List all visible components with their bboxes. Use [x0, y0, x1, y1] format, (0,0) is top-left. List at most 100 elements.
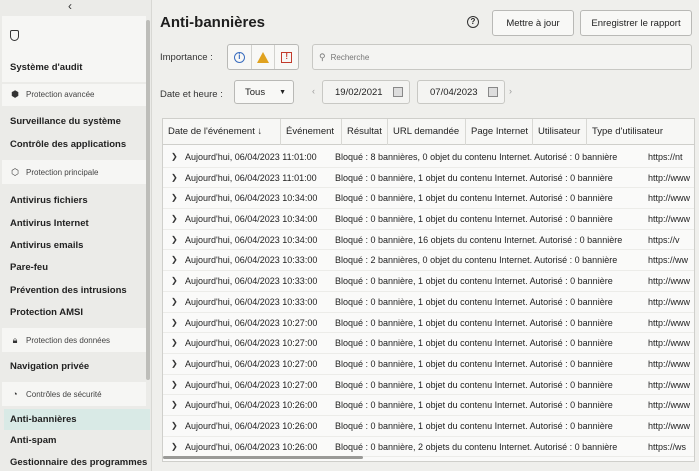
- update-button[interactable]: Mettre à jour: [492, 10, 574, 36]
- sidebar-item-app-control[interactable]: Contrôle des applications: [10, 139, 126, 150]
- date-to-field[interactable]: 07/04/2023: [417, 80, 505, 104]
- help-icon[interactable]: ?: [467, 16, 479, 28]
- table-row[interactable]: ❯ Aujourd'hui, 06/04/2023 10:33:00 Bloqué …: [163, 250, 694, 272]
- row-date: Aujourd'hui, 06/04/2023 10:34:00: [185, 214, 318, 225]
- sidebar-item-program-manager[interactable]: Gestionnaire des programmes: [10, 457, 147, 468]
- sidebar-item-firewall[interactable]: Pare-feu: [10, 262, 48, 273]
- row-result: Bloqué : 0 bannière, 1 objet du contenu …: [335, 420, 613, 431]
- row-url: http://www: [648, 214, 691, 225]
- expand-chevron-icon[interactable]: ❯: [171, 168, 178, 188]
- table-row[interactable]: ❯ Aujourd'hui, 06/04/2023 10:34:00 Bloqué …: [163, 230, 694, 251]
- row-url: http://www: [648, 276, 691, 287]
- row-date: Aujourd'hui, 06/04/2023 11:01:00: [185, 152, 317, 162]
- row-result: Bloqué : 0 bannière, 1 objet du contenu …: [335, 338, 613, 349]
- row-result: Bloqué : 0 bannière, 1 objet du contenu …: [335, 379, 613, 390]
- sidebar-scrollbar[interactable]: [146, 20, 150, 380]
- sidebar-item-private-browsing[interactable]: Navigation privée: [10, 361, 89, 372]
- sidebar-item-antivirus-internet[interactable]: Antivirus Internet: [10, 218, 89, 229]
- search-box[interactable]: ⚲: [312, 44, 692, 70]
- table-row[interactable]: ❯ Aujourd'hui, 06/04/2023 10:27:00 Bloqué …: [163, 333, 694, 354]
- sidebar-item-security-controls[interactable]: ◔ Contrôles de sécurité: [10, 389, 101, 399]
- row-url: http://www: [648, 400, 691, 411]
- row-date: Aujourd'hui, 06/04/2023 11:01:00: [185, 172, 317, 183]
- table-row[interactable]: ❯ Aujourd'hui, 06/04/2023 11:01:00 Bloqué …: [163, 168, 694, 189]
- calendar-icon[interactable]: [393, 87, 403, 97]
- expand-chevron-icon[interactable]: ❯: [171, 271, 178, 291]
- column-header-web-page[interactable]: Page Internet: [466, 119, 533, 145]
- sidebar-item-advanced[interactable]: ⬢ Protection avancée: [10, 89, 94, 100]
- expand-chevron-icon[interactable]: ❯: [171, 209, 178, 229]
- sidebar-item-antivirus-files[interactable]: Antivirus fichiers: [10, 195, 88, 206]
- sidebar-item-amsi[interactable]: Protection AMSI: [10, 307, 83, 318]
- expand-chevron-icon[interactable]: ❯: [171, 147, 178, 167]
- expand-chevron-icon[interactable]: ❯: [171, 333, 178, 353]
- row-url: http://www: [648, 296, 691, 307]
- importance-info-button[interactable]: i: [228, 45, 252, 69]
- expand-chevron-icon[interactable]: ❯: [171, 437, 178, 457]
- table-row[interactable]: ❯ Aujourd'hui, 06/04/2023 10:26:00 Bloqué …: [163, 395, 694, 416]
- sidebar-item-antispam[interactable]: Anti-spam: [10, 435, 56, 446]
- expand-chevron-icon[interactable]: ❯: [171, 230, 178, 250]
- table-row[interactable]: ❯ Aujourd'hui, 06/04/2023 10:34:00 Bloqué …: [163, 209, 694, 230]
- row-result: Bloqué : 0 bannière, 2 objets du contenu…: [335, 441, 618, 452]
- column-header-url[interactable]: URL demandée: [388, 119, 466, 145]
- table-row[interactable]: ❯ Aujourd'hui, 06/04/2023 10:34:00 Bloqué …: [163, 188, 694, 210]
- date-from-field[interactable]: 19/02/2021: [322, 80, 410, 104]
- expand-chevron-icon[interactable]: ❯: [171, 354, 178, 374]
- row-result: Bloqué : 2 bannières, 0 objet du contenu…: [335, 255, 618, 266]
- importance-warning-button[interactable]: [252, 45, 276, 69]
- calendar-icon[interactable]: [488, 87, 498, 97]
- expand-chevron-icon[interactable]: ❯: [171, 375, 178, 395]
- column-header-event[interactable]: Événement: [281, 119, 342, 145]
- expand-chevron-icon[interactable]: ❯: [171, 292, 178, 312]
- expand-chevron-icon[interactable]: ❯: [171, 188, 178, 208]
- table-row[interactable]: ❯ Aujourd'hui, 06/04/2023 10:33:00 Bloqué …: [163, 271, 694, 292]
- sidebar-item-antivirus-email[interactable]: Antivirus emails: [10, 240, 83, 251]
- row-date: Aujourd'hui, 06/04/2023 10:33:00: [185, 255, 318, 266]
- table-row[interactable]: ❯ Aujourd'hui, 06/04/2023 10:27:00 Bloqué …: [163, 375, 694, 396]
- expand-chevron-icon[interactable]: ❯: [171, 250, 178, 270]
- sidebar-item-main-protection[interactable]: ⬡ Protection principale: [10, 167, 98, 178]
- info-icon: i: [233, 51, 245, 63]
- shield-icon: [10, 30, 19, 41]
- lock-icon: 🔒︎: [12, 335, 18, 345]
- table-row[interactable]: ❯ Aujourd'hui, 06/04/2023 10:26:00 Bloqué …: [163, 437, 694, 458]
- importance-critical-button[interactable]: !: [275, 45, 298, 69]
- search-input[interactable]: [330, 52, 631, 62]
- next-date-arrow-icon[interactable]: ›: [509, 86, 512, 96]
- expand-chevron-icon[interactable]: ❯: [171, 416, 178, 436]
- period-select[interactable]: Tous ▼: [234, 80, 294, 104]
- column-header-result[interactable]: Résultat: [342, 119, 388, 145]
- column-header-date[interactable]: Date de l'événement ↓: [163, 119, 281, 145]
- warning-icon: [257, 51, 269, 63]
- row-date: Aujourd'hui, 06/04/2023 10:34:00: [185, 193, 318, 204]
- collapse-sidebar-icon[interactable]: ‹: [0, 0, 140, 14]
- table-row[interactable]: ❯ Aujourd'hui, 06/04/2023 10:27:00 Bloqué …: [163, 313, 694, 334]
- expand-chevron-icon[interactable]: ❯: [171, 395, 178, 415]
- table-row[interactable]: ❯ Aujourd'hui, 06/04/2023 10:33:00 Bloqué …: [163, 292, 694, 313]
- table-header: Date de l'événement ↓ Événement Résultat…: [163, 119, 694, 145]
- row-date: Aujourd'hui, 06/04/2023 10:33:00: [185, 276, 318, 287]
- sidebar-item-intrusion[interactable]: Prévention des intrusions: [10, 285, 127, 296]
- sidebar-item-antibanner[interactable]: Anti-bannières: [10, 414, 77, 425]
- row-url: http://www: [648, 193, 691, 204]
- sidebar-item-audit[interactable]: Système d'audit: [10, 62, 82, 73]
- table-row[interactable]: ❯ Aujourd'hui, 06/04/2023 10:26:00 Bloqué …: [163, 416, 694, 437]
- save-report-button[interactable]: Enregistrer le rapport: [580, 10, 692, 36]
- row-result: Bloqué : 0 bannière, 1 objet du contenu …: [335, 172, 613, 183]
- column-header-user-type[interactable]: Type d'utilisateur: [587, 119, 694, 145]
- sidebar-item-surveillance[interactable]: Surveillance du système: [10, 116, 121, 127]
- row-result: Bloqué : 0 bannière, 1 objet du contenu …: [335, 276, 613, 287]
- horizontal-scrollbar[interactable]: [163, 456, 363, 459]
- shield-gear-icon: ⬢: [11, 89, 19, 99]
- sidebar-item-main-protection-label: Protection principale: [26, 168, 99, 177]
- column-header-user[interactable]: Utilisateur: [533, 119, 587, 145]
- row-date: Aujourd'hui, 06/04/2023 10:26:00: [185, 420, 318, 431]
- sidebar-item-data-protection[interactable]: 🔒︎ Protection des données: [10, 335, 110, 346]
- table-row[interactable]: ❯ Aujourd'hui, 06/04/2023 11:01:00 Bloqué …: [163, 147, 694, 168]
- expand-chevron-icon[interactable]: ❯: [171, 313, 178, 333]
- row-result: Bloqué : 0 bannière, 1 objet du contenu …: [335, 317, 613, 328]
- table-row[interactable]: ❯ Aujourd'hui, 06/04/2023 10:27:00 Bloqué …: [163, 354, 694, 375]
- row-date: Aujourd'hui, 06/04/2023 10:27:00: [185, 317, 318, 328]
- prev-date-arrow-icon[interactable]: ‹: [312, 86, 315, 96]
